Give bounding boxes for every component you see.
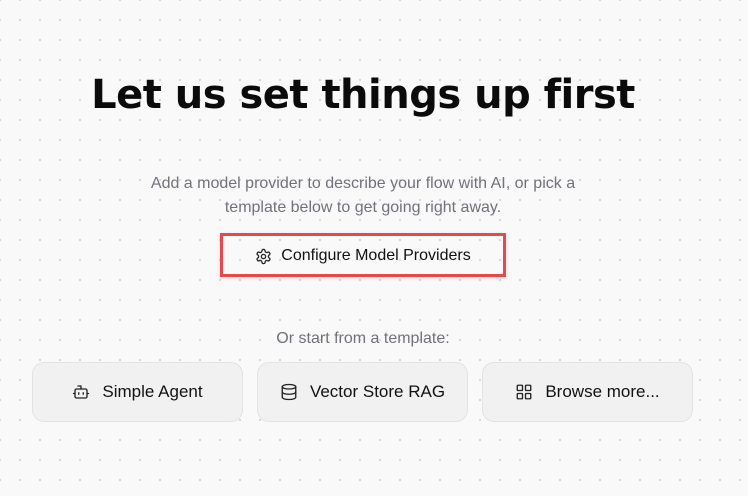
database-icon (280, 383, 298, 401)
configure-model-providers-button[interactable]: Configure Model Providers (230, 240, 496, 272)
template-simple-agent-label: Simple Agent (102, 382, 203, 401)
configure-model-providers-label: Configure Model Providers (281, 247, 471, 264)
setup-description-line-1: Add a model provider to describe your fl… (150, 175, 576, 192)
gear-icon (255, 248, 272, 265)
template-vector-store-rag-label: Vector Store RAG (309, 382, 446, 401)
template-browse-more-label: Browse more... (545, 382, 660, 401)
grid-icon (515, 383, 533, 401)
setup-description-line-2: template below to get going right away. (224, 199, 502, 216)
template-simple-agent[interactable]: Simple Agent (32, 362, 243, 422)
setup-description: Add a model provider to describe your fl… (100, 172, 626, 220)
bot-icon (72, 383, 90, 401)
template-intro-label: Or start from a template: (276, 330, 450, 347)
setup-page: Let us set things up first Add a model p… (0, 0, 748, 496)
template-vector-store-rag[interactable]: Vector Store RAG (257, 362, 468, 422)
template-options: Simple Agent Vector Store RAG Browse mor… (32, 362, 694, 422)
page-title: Let us set things up first (91, 72, 635, 118)
template-browse-more[interactable]: Browse more... (482, 362, 693, 422)
